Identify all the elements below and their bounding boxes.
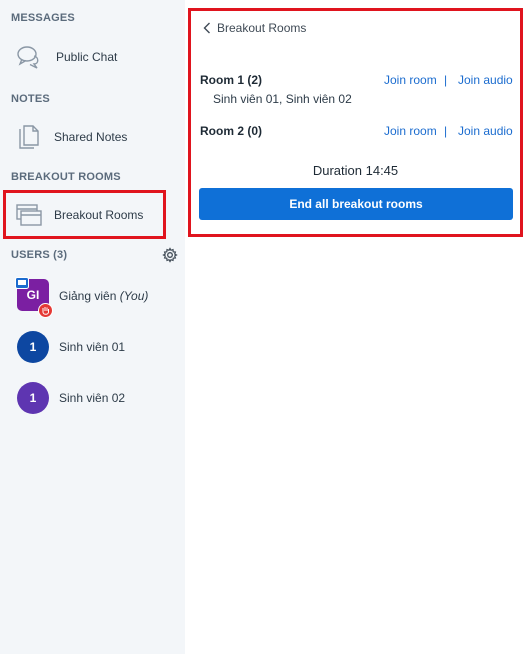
user-name: Giảng viên (You) [59, 289, 148, 303]
messages-section-title: MESSAGES [11, 12, 75, 24]
highlight-box [188, 8, 523, 237]
public-chat-item[interactable]: Public Chat [0, 37, 185, 77]
users-section-title: USERS (3) [11, 249, 68, 261]
sidebar: MESSAGES Public Chat NOTES Shared Notes … [0, 0, 185, 654]
breakout-section-title: BREAKOUT ROOMS [11, 171, 121, 183]
avatar: 1 [17, 382, 49, 414]
user-name-text: Giảng viên [59, 289, 117, 303]
hand-raised-icon [38, 303, 53, 318]
document-icon [19, 125, 39, 149]
chat-bubbles-icon [17, 46, 39, 69]
you-label: (You) [119, 289, 149, 303]
avatar-initials: GI [26, 288, 40, 302]
user-name: Sinh viên 01 [59, 340, 126, 354]
user-row[interactable]: GI Giảng viên (You) [0, 276, 185, 318]
gear-icon[interactable] [162, 247, 178, 263]
avatar-initials: 1 [29, 391, 37, 405]
public-chat-label: Public Chat [56, 50, 118, 64]
notes-section-title: NOTES [11, 93, 50, 105]
highlight-box [3, 190, 166, 239]
user-name: Sinh viên 02 [59, 391, 126, 405]
presenter-icon [15, 277, 29, 289]
user-row[interactable]: 1 Sinh viên 01 [0, 327, 185, 367]
shared-notes-label: Shared Notes [54, 130, 128, 144]
user-row[interactable]: 1 Sinh viên 02 [0, 378, 185, 418]
avatar-initials: 1 [29, 340, 37, 354]
shared-notes-item[interactable]: Shared Notes [0, 117, 185, 157]
avatar: 1 [17, 331, 49, 363]
